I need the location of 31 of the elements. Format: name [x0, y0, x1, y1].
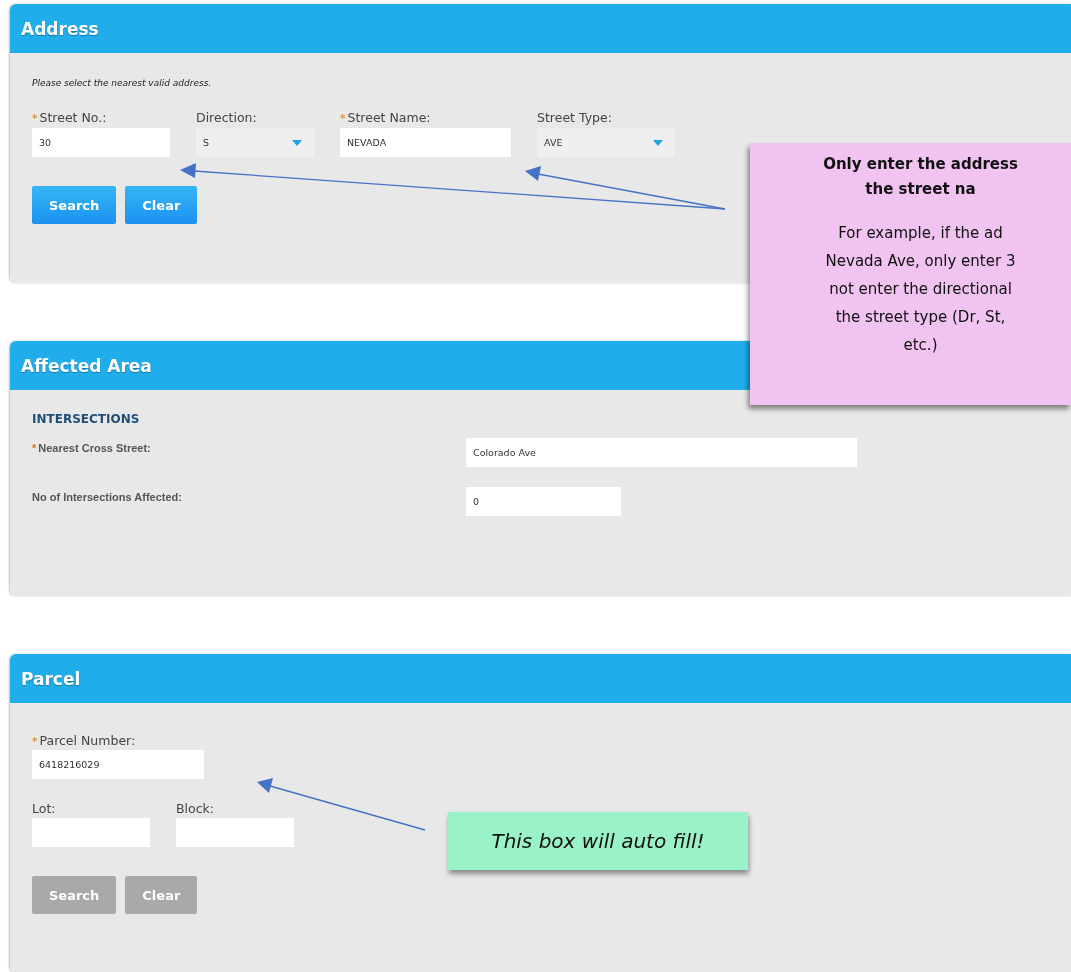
input-field[interactable]: 30: [32, 128, 170, 157]
field-label: Block:: [176, 801, 216, 816]
field-label: Direction:: [196, 110, 258, 125]
field-label: * Street Name:: [340, 110, 432, 125]
input-field[interactable]: Colorado Ave: [466, 438, 857, 467]
field-label: Street Type:: [537, 110, 613, 125]
section-title: Parcel: [21, 668, 81, 689]
callout-title: the street na: [865, 179, 976, 200]
caret-icon: [653, 139, 663, 146]
callout-title: Only enter the address: [823, 154, 1018, 175]
callout-text: For example, if the ad: [838, 223, 1003, 244]
section-title: Address: [21, 18, 99, 39]
input-field[interactable]: 0: [466, 487, 621, 516]
callout-text: the street type (Dr, St,: [835, 307, 1006, 328]
dropdown-field[interactable]: S: [196, 128, 314, 157]
dropdown-field[interactable]: AVE: [537, 128, 675, 157]
input-field[interactable]: 6418216029: [32, 750, 204, 779]
subsection-heading: INTERSECTIONS: [32, 412, 141, 426]
input-field[interactable]: NEVADA: [340, 128, 511, 157]
callout-text: etc.): [903, 335, 938, 356]
field-label: Lot:: [32, 801, 57, 816]
field-label: * Street No.:: [32, 110, 108, 125]
callout-text: not enter the directional: [829, 279, 1012, 300]
section-title: Affected Area: [21, 355, 152, 376]
caret-icon: [292, 139, 302, 146]
field-label: * Parcel Number:: [32, 733, 137, 748]
field-label: * Nearest Cross Street:: [32, 442, 152, 454]
callout-text: Nevada Ave, only enter 3: [825, 251, 1016, 272]
callout-text: This box will auto fill!: [491, 829, 705, 853]
field-label: No of Intersections Affected:: [32, 491, 183, 503]
instruction-text: Please select the nearest valid address.: [32, 78, 213, 88]
